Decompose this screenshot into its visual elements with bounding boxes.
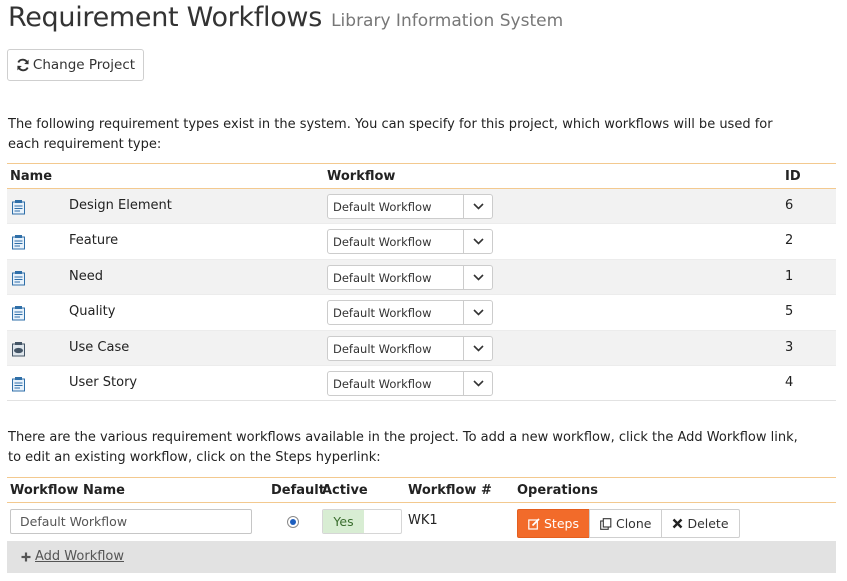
requirement-type-id: 5 xyxy=(785,304,794,320)
workflow-select-value: Default Workflow xyxy=(333,235,432,250)
column-header-id: ID xyxy=(785,169,801,184)
requirement-types-intro: The following requirement types exist in… xyxy=(8,117,773,152)
edit-icon xyxy=(528,517,540,530)
requirement-type-name: Need xyxy=(69,268,103,284)
chevron-down-icon xyxy=(463,336,492,360)
steps-label: Steps xyxy=(544,516,579,531)
requirement-type-id: 6 xyxy=(785,198,794,213)
column-header-active: Active xyxy=(322,483,368,498)
steps-button[interactable]: Steps xyxy=(517,509,590,538)
requirement-type-name: Quality xyxy=(69,304,116,320)
workflow-select[interactable]: Default Workflow xyxy=(327,194,493,219)
default-workflow-radio[interactable] xyxy=(287,516,299,528)
requirement-types-table: Name Workflow ID Design Element Default … xyxy=(7,163,836,402)
add-workflow-label: Add Workflow xyxy=(35,549,124,564)
table-row: Feature Default Workflow 2 xyxy=(7,224,836,260)
requirement-icon xyxy=(12,306,25,321)
chevron-down-icon xyxy=(463,230,492,254)
workflow-select[interactable]: Default Workflow xyxy=(327,264,493,290)
requirement-icon xyxy=(12,270,25,286)
change-project-button[interactable]: Change Project xyxy=(7,49,144,81)
delete-button[interactable]: Delete xyxy=(661,509,740,538)
copy-icon xyxy=(600,517,612,530)
column-header-operations: Operations xyxy=(517,483,598,498)
workflow-number: WK1 xyxy=(408,513,438,528)
clone-label: Clone xyxy=(615,516,652,531)
add-workflow-row: Add Workflow xyxy=(7,541,836,573)
workflow-select-value: Default Workflow xyxy=(333,376,432,391)
chevron-down-icon xyxy=(463,301,492,325)
refresh-icon xyxy=(17,58,29,72)
requirement-type-name: Use Case xyxy=(69,339,130,355)
column-header-name: Name xyxy=(10,169,53,184)
workflow-select[interactable]: Default Workflow xyxy=(327,229,493,255)
active-toggle-label: Yes xyxy=(323,510,364,533)
page-title: Requirement Workflows xyxy=(8,2,322,33)
requirement-type-id: 3 xyxy=(785,339,794,355)
requirement-type-name: User Story xyxy=(69,374,138,390)
workflow-select-value: Default Workflow xyxy=(333,200,432,214)
table-row: Need Default Workflow 1 xyxy=(7,259,836,296)
workflow-select[interactable]: Default Workflow xyxy=(327,300,493,326)
plus-icon xyxy=(21,552,31,561)
workflow-select[interactable]: Default Workflow xyxy=(327,370,493,396)
column-header-default: Default xyxy=(271,483,325,498)
requirement-icon xyxy=(12,200,25,215)
table-row: Design Element Default Workflow 6 xyxy=(7,189,836,225)
requirement-type-id: 1 xyxy=(785,268,794,284)
workflows-intro: There are the various requirement workfl… xyxy=(8,430,798,465)
requirement-type-id: 4 xyxy=(785,374,794,390)
workflows-table: Workflow Name Default Active Workflow # … xyxy=(7,477,836,541)
page-subtitle: Library Information System xyxy=(331,11,564,31)
clone-button[interactable]: Clone xyxy=(588,509,663,538)
add-workflow-link[interactable]: Add Workflow xyxy=(21,549,124,564)
operations-group: Steps Clone Delete xyxy=(517,509,740,538)
workflow-select[interactable]: Default Workflow xyxy=(327,335,493,361)
requirement-type-name: Feature xyxy=(69,233,119,249)
workflow-select-value: Default Workflow xyxy=(333,270,432,285)
workflow-select-value: Default Workflow xyxy=(333,341,432,356)
column-header-workflow-name: Workflow Name xyxy=(10,483,125,498)
chevron-down-icon xyxy=(463,195,492,218)
table-row: Use Case Default Workflow 3 xyxy=(7,330,836,366)
chevron-down-icon xyxy=(463,265,492,289)
table-row: Yes WK1 Steps Clone xyxy=(7,503,836,541)
column-header-workflow: Workflow xyxy=(327,169,396,184)
page-header: Requirement Workflows Library Informatio… xyxy=(8,2,563,33)
requirement-types-header: Name Workflow ID xyxy=(7,163,836,189)
requirement-icon xyxy=(12,235,25,250)
column-header-workflow-number: Workflow # xyxy=(408,483,492,498)
requirement-type-id: 2 xyxy=(785,233,794,249)
chevron-down-icon xyxy=(463,371,492,395)
change-project-label: Change Project xyxy=(32,57,136,73)
delete-label: Delete xyxy=(687,516,729,531)
workflow-select-value: Default Workflow xyxy=(333,306,432,321)
workflow-name-input[interactable] xyxy=(10,509,252,534)
active-toggle[interactable]: Yes xyxy=(322,509,402,534)
close-icon xyxy=(673,518,683,529)
table-row: Quality Default Workflow 5 xyxy=(7,295,836,331)
table-row: User Story Default Workflow 4 xyxy=(7,366,836,402)
requirement-icon xyxy=(12,376,25,392)
workflows-header: Workflow Name Default Active Workflow # … xyxy=(7,477,836,503)
requirement-type-name: Design Element xyxy=(69,198,172,213)
use-case-icon xyxy=(12,341,25,357)
